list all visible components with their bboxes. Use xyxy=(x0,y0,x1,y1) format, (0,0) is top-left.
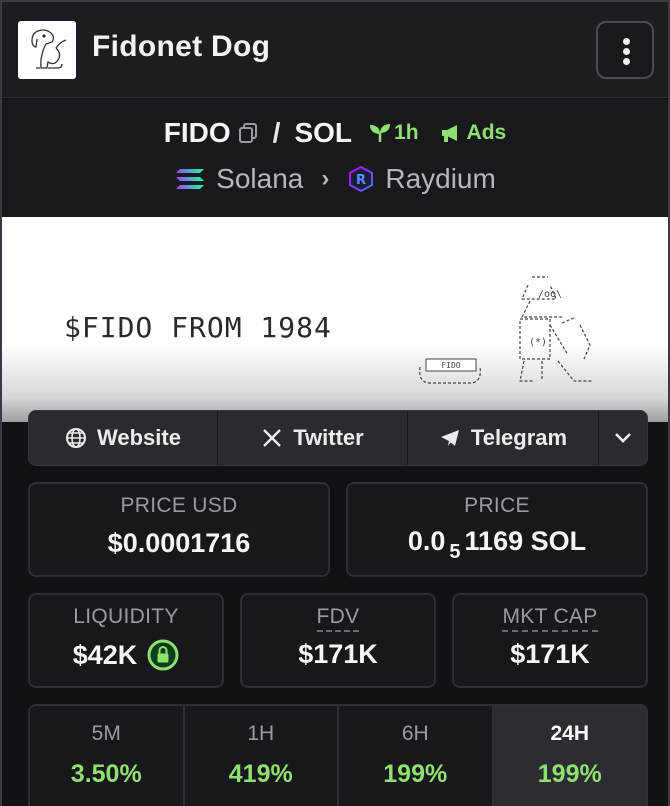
more-links-button[interactable] xyxy=(599,411,647,465)
kebab-dot xyxy=(623,48,630,55)
price-usd-value: $0.0001716 xyxy=(107,528,251,558)
telegram-link-button[interactable]: Telegram xyxy=(408,411,599,465)
social-links-bar: Website Twitter Telegram xyxy=(28,410,648,466)
token-avatar xyxy=(18,21,76,79)
price-usd-card: PRICE USD $0.0001716 xyxy=(28,482,330,577)
website-link-button[interactable]: Website xyxy=(29,411,218,465)
tab-5m-label: 5M xyxy=(91,722,121,745)
app-frame: Fidonet Dog FIDO / SOL 1h Ads Solana › R… xyxy=(0,0,670,806)
svg-text:R: R xyxy=(356,173,366,188)
tab-5m[interactable]: 5M 3.50% xyxy=(30,706,185,806)
token-name: Fidonet Dog xyxy=(92,30,271,63)
copy-icon[interactable] xyxy=(237,122,259,144)
lock-icon[interactable] xyxy=(147,639,179,671)
tab-24h-label: 24H xyxy=(550,722,590,745)
tab-6h-label: 6H xyxy=(401,722,429,745)
dog-logo-icon xyxy=(31,29,67,69)
price-usd-label: PRICE USD xyxy=(120,494,238,517)
pair-base-symbol: FIDO xyxy=(163,117,231,148)
price-native-label: PRICE xyxy=(464,494,530,517)
price-change-tabs: 5M 3.50% 1H 419% 6H 199% 24H 199% xyxy=(28,704,648,806)
pair-age-text: 1h xyxy=(394,121,419,144)
mkt-cap-value: $171K xyxy=(510,639,590,669)
kebab-dot xyxy=(623,58,630,65)
token-banner: $FIDO FROM 1984 /oo\ (*) FIDO xyxy=(2,217,668,422)
svg-text:/oo\: /oo\ xyxy=(538,289,562,300)
telegram-icon xyxy=(440,430,459,446)
twitter-link-button[interactable]: Twitter xyxy=(218,411,408,465)
pair-quote-symbol: SOL xyxy=(294,117,353,148)
liquidity-card: LIQUIDITY $42K xyxy=(28,593,224,688)
telegram-label: Telegram xyxy=(470,425,568,450)
pair-info: FIDO / SOL 1h Ads Solana › R Raydium xyxy=(2,99,668,217)
ads-text: Ads xyxy=(466,121,507,144)
raydium-logo-icon: R xyxy=(347,165,375,193)
liquidity-value-row: $42K xyxy=(30,639,222,671)
dex-link[interactable]: Raydium xyxy=(385,163,495,195)
seedling-icon xyxy=(370,124,391,142)
fdv-value: $171K xyxy=(298,639,378,669)
x-logo-icon xyxy=(263,429,282,447)
tab-6h[interactable]: 6H 199% xyxy=(339,706,494,806)
chain-breadcrumb: Solana › R Raydium xyxy=(2,161,668,197)
tab-1h-label: 1H xyxy=(247,722,275,745)
pair-age-badge[interactable]: 1h xyxy=(368,121,419,145)
chain-link[interactable]: Solana xyxy=(216,163,303,195)
bowl-label: FIDO xyxy=(441,361,460,370)
solana-logo-icon xyxy=(174,167,206,191)
price-native-prefix: 0.0 xyxy=(407,526,446,556)
liquidity-value: $42K xyxy=(72,639,138,670)
chevron-right-icon: › xyxy=(321,165,330,192)
tab-24h[interactable]: 24H 199% xyxy=(493,706,646,806)
more-options-button[interactable] xyxy=(596,21,654,79)
chevron-down-icon xyxy=(615,433,631,443)
ascii-dog-illustration: /oo\ (*) FIDO xyxy=(419,276,592,384)
tab-24h-value: 199% xyxy=(537,760,602,788)
mkt-cap-label[interactable]: MKT CAP xyxy=(502,605,598,632)
website-label: Website xyxy=(97,425,181,450)
price-native-suffix: 1169 SOL xyxy=(464,526,587,556)
tab-5m-value: 3.50% xyxy=(70,760,142,788)
pair-row: FIDO / SOL 1h Ads xyxy=(2,113,668,153)
globe-icon xyxy=(66,428,87,448)
tab-6h-value: 199% xyxy=(383,760,448,788)
price-native-value: 0.0 5 1169 SOL xyxy=(348,526,646,563)
twitter-label: Twitter xyxy=(293,425,364,450)
banner-text: $FIDO FROM 1984 xyxy=(64,311,332,344)
liquidity-label: LIQUIDITY xyxy=(73,605,179,628)
price-native-card: PRICE 0.0 5 1169 SOL xyxy=(346,482,648,577)
megaphone-icon xyxy=(441,125,457,142)
price-native-zeros-sub: 5 xyxy=(449,541,461,563)
kebab-vertical-icon xyxy=(623,38,630,45)
tab-1h[interactable]: 1H 419% xyxy=(185,706,339,806)
pair-separator: / xyxy=(272,117,281,148)
tab-1h-value: 419% xyxy=(228,760,293,788)
fdv-label[interactable]: FDV xyxy=(316,605,360,632)
fdv-card: FDV $171K xyxy=(240,593,436,688)
svg-text:(*): (*) xyxy=(529,337,547,348)
token-header: Fidonet Dog xyxy=(2,2,668,98)
mkt-cap-card: MKT CAP $171K xyxy=(452,593,648,688)
ads-badge[interactable]: Ads xyxy=(439,121,507,145)
